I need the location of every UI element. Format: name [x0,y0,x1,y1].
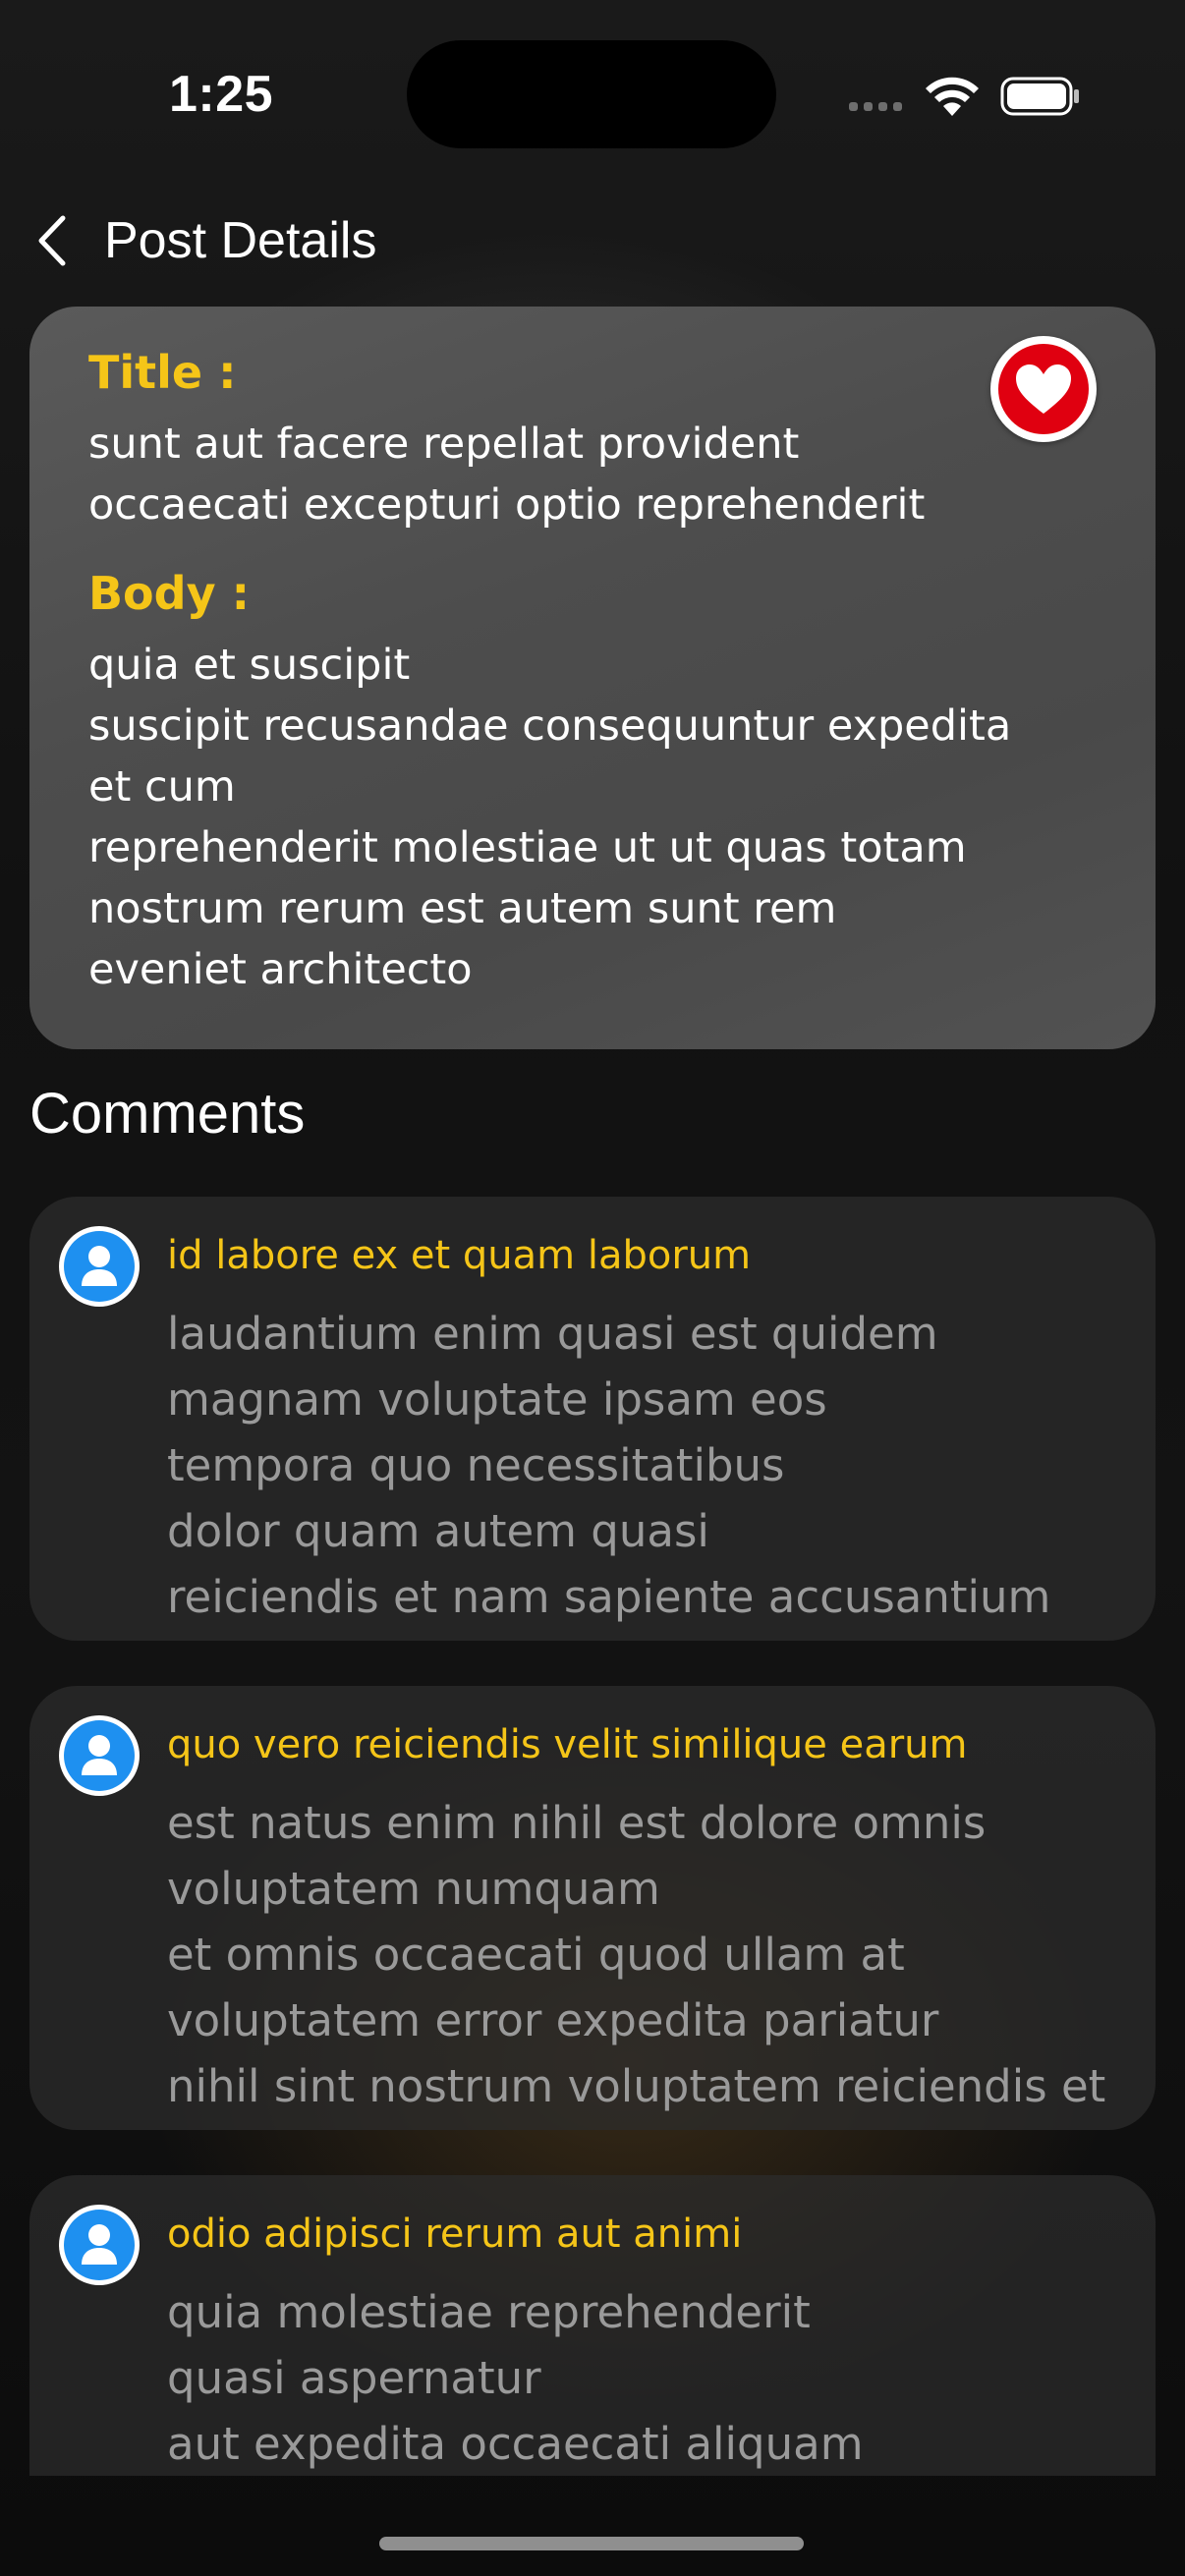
post-body: quia et suscipit suscipit recusandae con… [88,641,1012,995]
comment-card: odio adipisci rerum aut animi quia moles… [29,2175,1156,2476]
comment-body: laudantium enim quasi est quidem magnam … [167,1308,1051,1623]
body-label: Body : [88,567,250,621]
page-title: Post Details [104,212,377,269]
comment-body: est natus enim nihil est dolore omnis vo… [167,1797,1106,2112]
navigation-bar: Post Details [0,187,1185,295]
avatar [59,1715,140,1796]
comments-list[interactable]: id labore ex et quam laborum laudantium … [29,1197,1156,2476]
post-card: Title : sunt aut facere repellat provide… [29,307,1156,1049]
back-button[interactable]: Post Details [35,198,376,283]
user-icon [82,2224,117,2265]
user-icon [82,1735,117,1775]
avatar [59,2205,140,2285]
comment-name: odio adipisci rerum aut animi [167,2212,743,2257]
comment-body: quia molestiae reprehenderit quasi asper… [167,2286,864,2470]
comments-heading: Comments [29,1082,306,1146]
chevron-left-icon[interactable] [35,214,69,267]
post-title: sunt aut facere repellat provident occae… [88,420,926,531]
comment-name: id labore ex et quam laborum [167,1233,752,1278]
comment-card: id labore ex et quam laborum laudantium … [29,1197,1156,1641]
comment-card: quo vero reiciendis velit similique earu… [29,1686,1156,2130]
status-time: 1:25 [169,66,274,123]
status-bar: 1:25 [0,0,1185,187]
favorite-button[interactable] [990,336,1097,442]
battery-icon [1000,77,1079,116]
home-indicator [379,2537,804,2550]
user-icon [82,1246,117,1286]
title-label: Title : [88,346,237,399]
cellular-signal-icon [849,102,902,111]
wifi-icon [926,77,979,116]
comment-name: quo vero reiciendis velit similique earu… [167,1722,968,1767]
dynamic-island [407,40,776,148]
avatar [59,1226,140,1307]
heart-icon[interactable] [1013,362,1074,417]
